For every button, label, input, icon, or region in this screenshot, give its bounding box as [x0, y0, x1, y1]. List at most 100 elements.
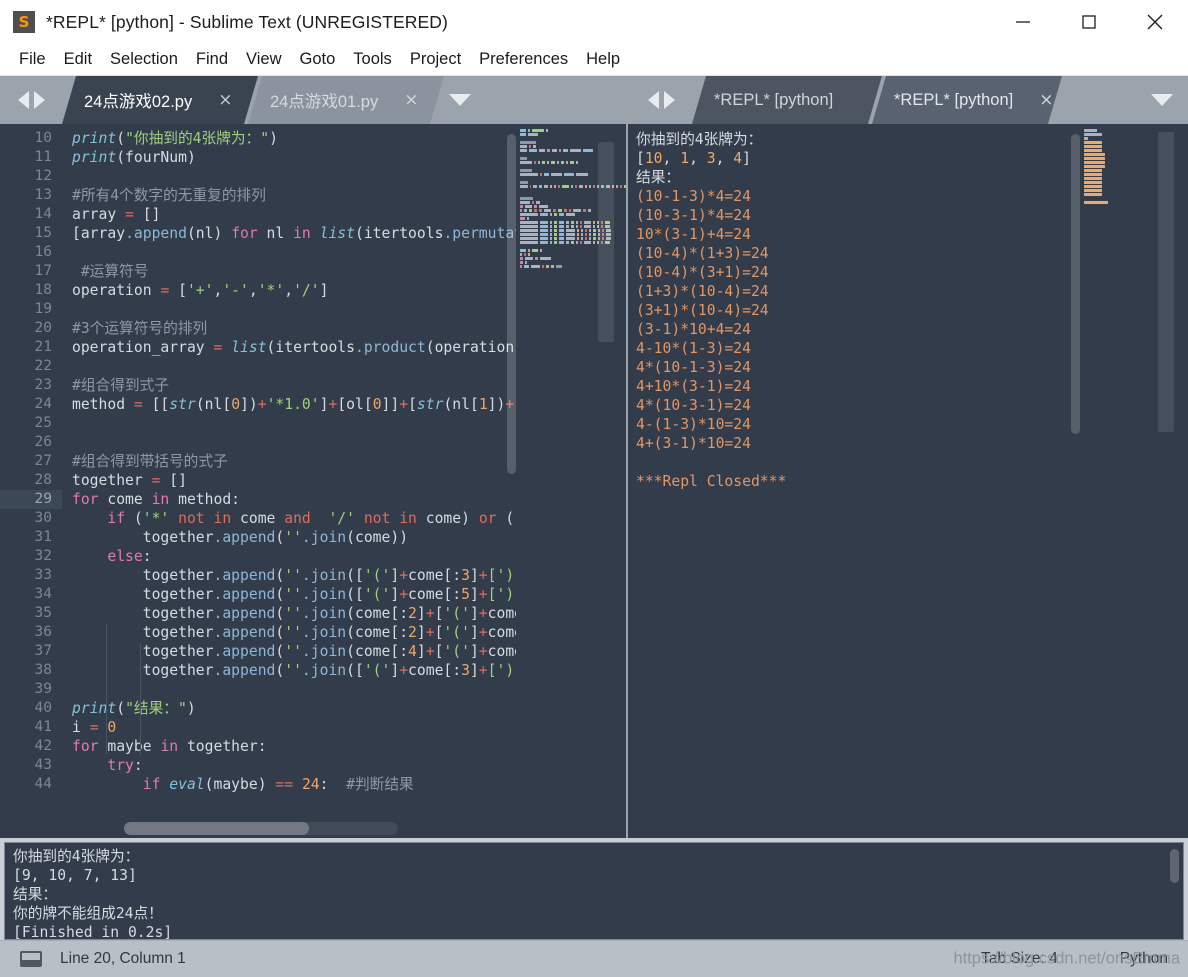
tab-close-icon[interactable]: × [404, 92, 418, 109]
console-scrollbar[interactable] [1170, 849, 1179, 883]
code-line[interactable]: operation_array = list(itertools.product… [62, 338, 516, 357]
minimap-token [520, 209, 523, 212]
code-line[interactable]: else: [62, 547, 516, 566]
code-line[interactable]: #组合得到带括号的式子 [62, 452, 516, 471]
code-token: [')' [487, 662, 516, 679]
code-line[interactable]: together.append(''.join(['(']+come[:3]+[… [62, 566, 516, 585]
code-line[interactable]: #3个运算符号的排列 [62, 319, 516, 338]
minimap-viewport[interactable] [1158, 132, 1174, 432]
menu-item-project[interactable]: Project [401, 48, 470, 71]
code-line[interactable]: together.append(''.join(come[:2]+['(']+c… [62, 604, 516, 623]
arrow-right-icon[interactable] [663, 91, 675, 109]
console-line: [9, 10, 7, 13] [13, 867, 137, 884]
horizontal-scrollbar-track[interactable] [124, 822, 398, 835]
menu-item-find[interactable]: Find [187, 48, 237, 71]
close-button[interactable] [1122, 0, 1188, 44]
tab-nav-arrows-left[interactable] [0, 76, 62, 124]
line-number: 26 [34, 434, 52, 450]
code-line[interactable] [62, 167, 516, 186]
cursor-position-status[interactable]: Line 20, Column 1 [60, 950, 186, 968]
code-token: .append [125, 225, 187, 242]
menu-item-file[interactable]: File [10, 48, 55, 71]
code-token: and [284, 510, 311, 527]
code-token: together [72, 624, 214, 641]
horizontal-scrollbar-thumb[interactable] [124, 822, 309, 835]
code-line[interactable]: print(fourNum) [62, 148, 516, 167]
repl-output-content[interactable]: 你抽到的4张牌为： [10, 1, 3, 4] 结果： (10-1-3)*4=24 (1… [628, 124, 1080, 838]
minimap-left[interactable] [516, 124, 626, 838]
menu-item-view[interactable]: View [237, 48, 290, 71]
code-line[interactable]: [array.append(nl) for nl in list(itertoo… [62, 224, 516, 243]
code-line[interactable] [62, 414, 516, 433]
code-line[interactable]: if ('*' not in come and '/' not in come)… [62, 509, 516, 528]
repl-output-line: 你抽到的4张牌为： [636, 131, 763, 148]
code-line[interactable]: together.append(''.join(['(']+come[:3]+[… [62, 661, 516, 680]
code-line[interactable]: together.append(''.join(['(']+come[:5]+[… [62, 585, 516, 604]
menu-item-tools[interactable]: Tools [344, 48, 401, 71]
code-line[interactable]: #所有4个数字的无重复的排列 [62, 186, 516, 205]
tab-repl-python-2[interactable]: *REPL* [python] × [872, 76, 1062, 124]
minimap-token [540, 233, 549, 236]
tab-nav-arrows-right[interactable] [630, 76, 692, 124]
minimap-token [593, 221, 596, 224]
code-token: ] [319, 282, 329, 299]
code-line[interactable]: for maybe in together: [62, 737, 516, 756]
code-line[interactable]: together.append(''.join(come[:4]+['(']+c… [62, 642, 516, 661]
tab-close-icon[interactable]: × [1039, 92, 1053, 109]
code-line[interactable]: print("你抽到的4张牌为：") [62, 129, 516, 148]
menu-item-help[interactable]: Help [577, 48, 629, 71]
code-line[interactable]: together = [] [62, 471, 516, 490]
code-line[interactable]: #组合得到式子 [62, 376, 516, 395]
code-token: method: [169, 491, 241, 508]
maximize-button[interactable] [1056, 0, 1122, 44]
code-token: [array [72, 225, 126, 242]
code-line[interactable]: operation = ['+','-','*','/'] [62, 281, 516, 300]
code-line[interactable]: print("结果：") [62, 699, 516, 718]
line-number: 21 [34, 339, 52, 355]
code-line[interactable] [62, 300, 516, 319]
vertical-scrollbar-right[interactable] [1071, 134, 1080, 434]
tab-file-24dian02[interactable]: 24点游戏02.py × [62, 76, 258, 124]
minimap-token [554, 213, 557, 216]
tab-repl-python-1[interactable]: *REPL* [python] [692, 76, 882, 124]
console-line: 你抽到的4张牌为： [13, 848, 140, 865]
code-line[interactable]: array = [] [62, 205, 516, 224]
arrow-left-icon[interactable] [647, 91, 659, 109]
tab-file-24dian01[interactable]: 24点游戏01.py × [248, 76, 444, 124]
tab-size-status[interactable]: Tab Size: 4 [981, 950, 1058, 968]
code-line[interactable] [62, 680, 516, 699]
code-token: #所有4个数字的无重复的排列 [72, 187, 266, 204]
code-line[interactable] [62, 243, 516, 262]
syntax-mode-status[interactable]: Python [1120, 950, 1168, 968]
code-line[interactable]: try: [62, 756, 516, 775]
menu-item-goto[interactable]: Goto [291, 48, 345, 71]
line-number: 17 [34, 263, 52, 279]
code-line[interactable]: method = [[str(nl[0])+'*1.0']+[ol[0]]+[s… [62, 395, 516, 414]
tab-close-icon[interactable]: × [218, 92, 232, 109]
code-content[interactable]: print("你抽到的4张牌为：") print(fourNum) #所有4个数字的… [62, 124, 516, 838]
code-line[interactable]: #运算符号 [62, 262, 516, 281]
menu-item-preferences[interactable]: Preferences [470, 48, 577, 71]
code-line[interactable]: together.append(''.join(come[:2]+['(']+c… [62, 623, 516, 642]
minimap-right[interactable] [1080, 124, 1188, 838]
minimap-viewport[interactable] [598, 142, 614, 342]
panel-toggle-icon[interactable] [20, 951, 42, 967]
tab-overflow-dropdown-right[interactable] [1136, 76, 1188, 124]
arrow-left-icon[interactable] [17, 91, 29, 109]
vertical-scrollbar-left[interactable] [507, 134, 516, 474]
code-line[interactable]: for come in method: [62, 490, 516, 509]
code-token: (nl[ [443, 396, 479, 413]
code-token: ( [275, 605, 285, 622]
minimize-button[interactable] [990, 0, 1056, 44]
build-output-console[interactable]: 你抽到的4张牌为： [9, 10, 7, 13] 结果： 你的牌不能组成24点！ [Fi… [4, 842, 1184, 940]
code-line[interactable]: i = 0 [62, 718, 516, 737]
menu-item-selection[interactable]: Selection [101, 48, 187, 71]
code-line[interactable] [62, 433, 516, 452]
code-line[interactable] [62, 357, 516, 376]
code-line[interactable]: together.append(''.join(come)) [62, 528, 516, 547]
code-line[interactable]: if eval(maybe) == 24: #判断结果 [62, 775, 516, 794]
console-line: 你的牌不能组成24点！ [13, 905, 163, 922]
arrow-right-icon[interactable] [33, 91, 45, 109]
menu-item-edit[interactable]: Edit [55, 48, 101, 71]
